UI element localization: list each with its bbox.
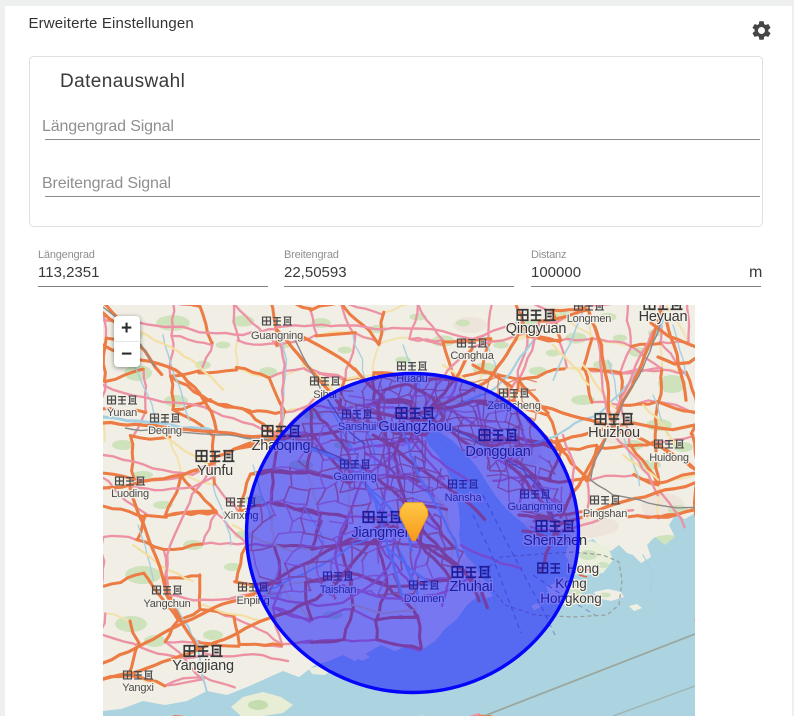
svg-text:Huizhou: Huizhou — [588, 425, 640, 441]
svg-text:Heyuan: Heyuan — [639, 309, 688, 325]
svg-text:Huidong: Huidong — [649, 452, 689, 464]
svg-text:Deqing: Deqing — [148, 425, 182, 437]
svg-text:Conghua: Conghua — [450, 350, 494, 362]
svg-text:Longmen: Longmen — [567, 313, 612, 325]
svg-text:Yangxi: Yangxi — [122, 682, 154, 694]
svg-text:Yangjiang: Yangjiang — [172, 658, 234, 674]
svg-text:Yunan: Yunan — [107, 407, 137, 419]
svg-text:Yunfu: Yunfu — [197, 463, 233, 479]
svg-text:Pingshan: Pingshan — [583, 508, 627, 520]
svg-text:Yangchun: Yangchun — [143, 598, 190, 610]
svg-text:Guangning: Guangning — [251, 330, 303, 342]
svg-text:Qingyuan: Qingyuan — [506, 321, 567, 337]
svg-text:Luoding: Luoding — [111, 488, 149, 500]
